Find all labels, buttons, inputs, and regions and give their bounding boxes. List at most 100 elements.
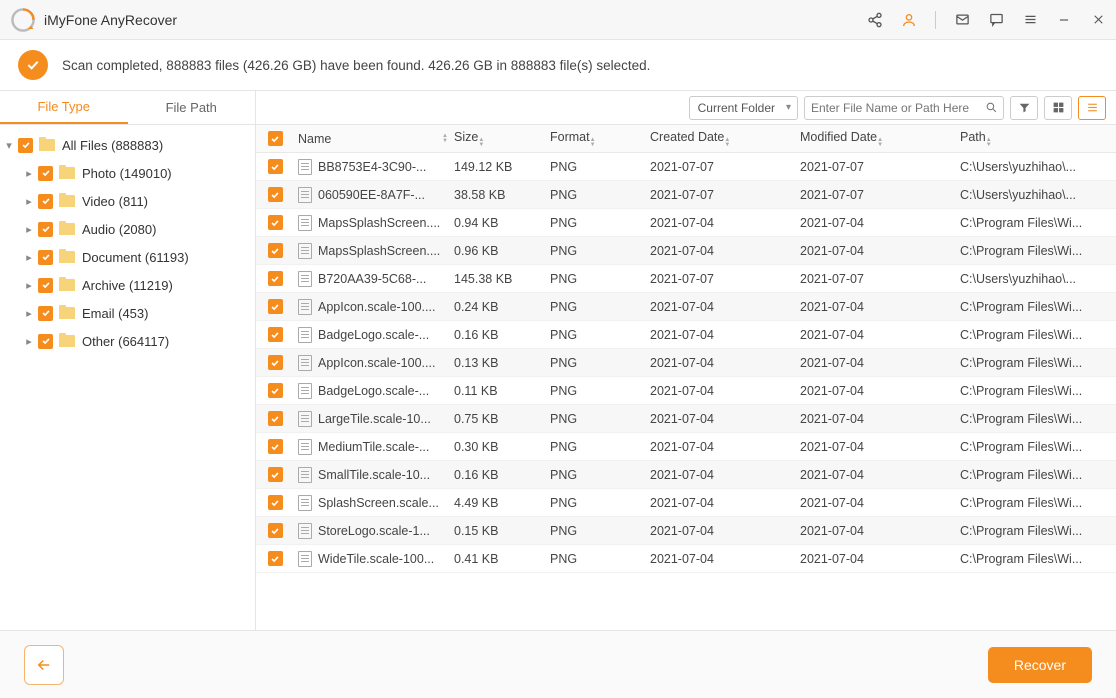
chevron-right-icon[interactable]: ▸ bbox=[22, 335, 36, 348]
header-path[interactable]: Path▲▼ bbox=[960, 130, 1116, 148]
checkbox[interactable] bbox=[38, 222, 53, 237]
cell-format: PNG bbox=[550, 468, 650, 482]
user-icon[interactable] bbox=[901, 12, 917, 28]
feedback-icon[interactable] bbox=[988, 12, 1004, 28]
file-icon bbox=[298, 523, 312, 539]
table-row[interactable]: StoreLogo.scale-1...0.15 KBPNG2021-07-04… bbox=[256, 517, 1116, 545]
cell-path: C:\Users\yuzhihao\... bbox=[960, 272, 1116, 286]
header-name[interactable]: Name▲▼ bbox=[294, 132, 454, 146]
search-icon[interactable] bbox=[979, 101, 1003, 114]
table-row[interactable]: AppIcon.scale-100....0.13 KBPNG2021-07-0… bbox=[256, 349, 1116, 377]
table-row[interactable]: SmallTile.scale-10...0.16 KBPNG2021-07-0… bbox=[256, 461, 1116, 489]
checkbox[interactable] bbox=[268, 215, 283, 230]
header-size[interactable]: Size▲▼ bbox=[454, 130, 550, 148]
filter-icon[interactable] bbox=[1010, 96, 1038, 120]
checkbox[interactable] bbox=[38, 334, 53, 349]
checkbox[interactable] bbox=[38, 166, 53, 181]
tree-item[interactable]: ▸ Email (453) bbox=[0, 299, 255, 327]
mail-icon[interactable] bbox=[954, 12, 970, 28]
minimize-icon[interactable] bbox=[1056, 12, 1072, 28]
list-view-icon[interactable] bbox=[1078, 96, 1106, 120]
back-button[interactable] bbox=[24, 645, 64, 685]
checkbox[interactable] bbox=[268, 355, 283, 370]
checkbox[interactable] bbox=[38, 278, 53, 293]
chevron-right-icon[interactable]: ▸ bbox=[22, 307, 36, 320]
cell-modified-date: 2021-07-04 bbox=[800, 524, 960, 538]
checkbox[interactable] bbox=[268, 383, 283, 398]
chevron-right-icon[interactable]: ▸ bbox=[22, 167, 36, 180]
chevron-right-icon[interactable]: ▸ bbox=[22, 279, 36, 292]
tree-root-all-files[interactable]: ▾ All Files (888883) bbox=[0, 131, 255, 159]
tree-item[interactable]: ▸Other (664117) bbox=[0, 327, 255, 355]
tab-file-type[interactable]: File Type bbox=[0, 91, 128, 124]
header-modified-date[interactable]: Modified Date▲▼ bbox=[800, 130, 960, 148]
table-row[interactable]: BadgeLogo.scale-...0.16 KBPNG2021-07-042… bbox=[256, 321, 1116, 349]
checkbox[interactable] bbox=[268, 467, 283, 482]
cell-name: BadgeLogo.scale-... bbox=[318, 328, 429, 342]
table-row[interactable]: WideTile.scale-100...0.41 KBPNG2021-07-0… bbox=[256, 545, 1116, 573]
chevron-down-icon[interactable]: ▾ bbox=[2, 139, 16, 152]
checkbox[interactable] bbox=[268, 523, 283, 538]
checkbox[interactable] bbox=[18, 138, 33, 153]
recover-button[interactable]: Recover bbox=[988, 647, 1092, 683]
table-row[interactable]: MediumTile.scale-...0.30 KBPNG2021-07-04… bbox=[256, 433, 1116, 461]
chevron-right-icon[interactable]: ▸ bbox=[22, 223, 36, 236]
tab-file-path[interactable]: File Path bbox=[128, 91, 256, 124]
checkbox[interactable] bbox=[268, 327, 283, 342]
main-area: File Type File Path ▾ All Files (888883)… bbox=[0, 90, 1116, 630]
cell-format: PNG bbox=[550, 412, 650, 426]
checkbox[interactable] bbox=[38, 194, 53, 209]
status-bar: Scan completed, 888883 files (426.26 GB)… bbox=[0, 40, 1116, 90]
file-icon bbox=[298, 495, 312, 511]
cell-modified-date: 2021-07-04 bbox=[800, 328, 960, 342]
tree-item[interactable]: ▸Archive (11219) bbox=[0, 271, 255, 299]
tree-item[interactable]: ▸Document (61193) bbox=[0, 243, 255, 271]
checkbox-all[interactable] bbox=[268, 131, 283, 146]
current-folder-select[interactable]: Current Folder bbox=[689, 96, 798, 120]
cell-created-date: 2021-07-07 bbox=[650, 272, 800, 286]
checkbox[interactable] bbox=[268, 551, 283, 566]
table-row[interactable]: BadgeLogo.scale-...0.11 KBPNG2021-07-042… bbox=[256, 377, 1116, 405]
header-format[interactable]: Format▲▼ bbox=[550, 130, 650, 148]
tree-item[interactable]: ▸Audio (2080) bbox=[0, 215, 255, 243]
file-icon bbox=[298, 411, 312, 427]
cell-name: SplashScreen.scale... bbox=[318, 496, 439, 510]
tree-item[interactable]: ▸Video (811) bbox=[0, 187, 255, 215]
checkbox[interactable] bbox=[268, 299, 283, 314]
file-icon bbox=[298, 439, 312, 455]
header-created-date[interactable]: Created Date▲▼ bbox=[650, 130, 800, 148]
cell-name: 060590EE-8A7F-... bbox=[318, 188, 425, 202]
share-icon[interactable] bbox=[867, 12, 883, 28]
cell-path: C:\Program Files\Wi... bbox=[960, 328, 1116, 342]
grid-view-icon[interactable] bbox=[1044, 96, 1072, 120]
cell-size: 0.11 KB bbox=[454, 384, 550, 398]
tree-item[interactable]: ▸Photo (149010) bbox=[0, 159, 255, 187]
checkbox[interactable] bbox=[268, 187, 283, 202]
close-icon[interactable] bbox=[1090, 12, 1106, 28]
cell-format: PNG bbox=[550, 440, 650, 454]
checkbox[interactable] bbox=[38, 250, 53, 265]
checkbox[interactable] bbox=[268, 159, 283, 174]
chevron-right-icon[interactable]: ▸ bbox=[22, 195, 36, 208]
cell-path: C:\Program Files\Wi... bbox=[960, 524, 1116, 538]
checkbox[interactable] bbox=[268, 411, 283, 426]
status-check-icon bbox=[18, 50, 48, 80]
checkbox[interactable] bbox=[268, 243, 283, 258]
checkbox[interactable] bbox=[268, 439, 283, 454]
tree-label: Email (453) bbox=[82, 306, 148, 321]
checkbox[interactable] bbox=[268, 495, 283, 510]
table-row[interactable]: SplashScreen.scale...4.49 KBPNG2021-07-0… bbox=[256, 489, 1116, 517]
titlebar: iMyFone AnyRecover bbox=[0, 0, 1116, 40]
table-row[interactable]: 060590EE-8A7F-...38.58 KBPNG2021-07-0720… bbox=[256, 181, 1116, 209]
checkbox[interactable] bbox=[268, 271, 283, 286]
search-input[interactable] bbox=[805, 101, 979, 115]
checkbox[interactable] bbox=[38, 306, 53, 321]
menu-icon[interactable] bbox=[1022, 12, 1038, 28]
table-row[interactable]: BB8753E4-3C90-...149.12 KBPNG2021-07-072… bbox=[256, 153, 1116, 181]
table-row[interactable]: B720AA39-5C68-...145.38 KBPNG2021-07-072… bbox=[256, 265, 1116, 293]
table-row[interactable]: MapsSplashScreen....0.96 KBPNG2021-07-04… bbox=[256, 237, 1116, 265]
table-row[interactable]: LargeTile.scale-10...0.75 KBPNG2021-07-0… bbox=[256, 405, 1116, 433]
chevron-right-icon[interactable]: ▸ bbox=[22, 251, 36, 264]
table-row[interactable]: MapsSplashScreen....0.94 KBPNG2021-07-04… bbox=[256, 209, 1116, 237]
table-row[interactable]: AppIcon.scale-100....0.24 KBPNG2021-07-0… bbox=[256, 293, 1116, 321]
